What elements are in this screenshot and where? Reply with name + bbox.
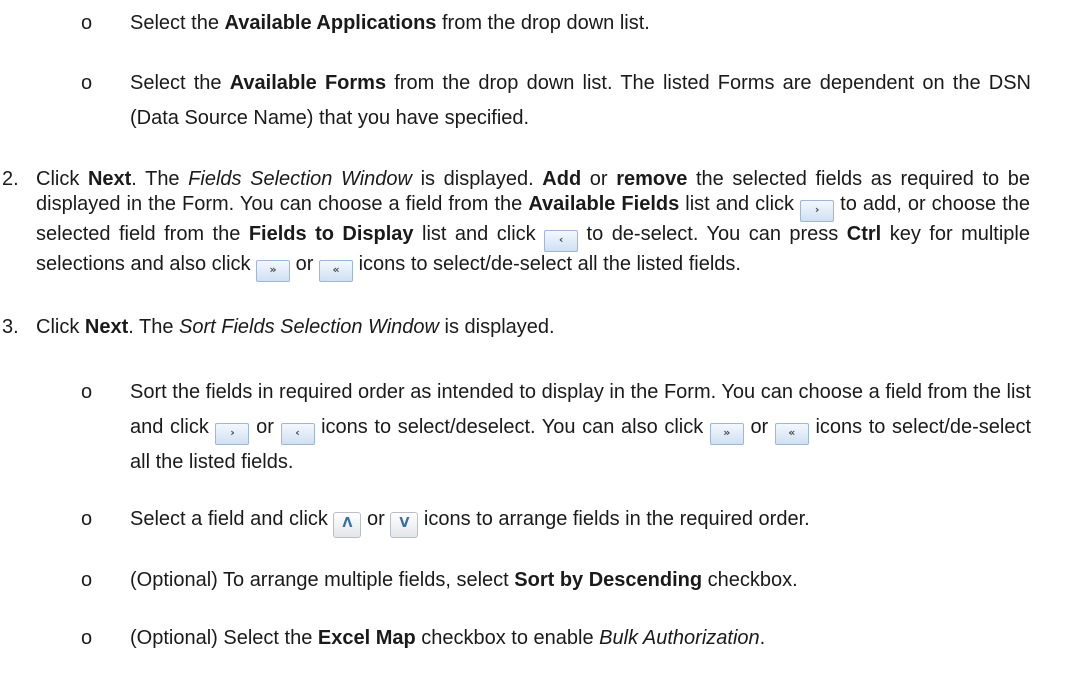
- list-item-text: (Optional) Select the Excel Map checkbox…: [130, 627, 766, 649]
- list-item-sort-fields: o Sort the fields in required order as i…: [81, 375, 1032, 480]
- bullet-marker: o: [81, 508, 93, 530]
- list-item-arrange-fields: o Select a field and click Λ or V icons …: [81, 502, 1031, 538]
- list-item-excel-map: o (Optional) Select the Excel Map checkb…: [81, 621, 1031, 656]
- move-right-icon: ›: [215, 423, 250, 445]
- move-down-icon: V: [390, 512, 419, 538]
- list-item-available-forms: o Select the Available Forms from the dr…: [81, 66, 1031, 136]
- list-item-text: Sort the fields in required order as int…: [130, 381, 1032, 473]
- move-left-icon: ‹: [544, 230, 579, 252]
- bullet-marker: o: [81, 72, 93, 94]
- step-2: 2. Click Next. The Fields Selection Wind…: [2, 167, 1030, 282]
- step-text: Click Next. The Sort Fields Selection Wi…: [36, 316, 555, 338]
- bullet-marker: o: [81, 569, 93, 591]
- bullet-marker: o: [81, 12, 93, 34]
- list-item-available-applications: o Select the Available Applications from…: [81, 6, 1031, 41]
- list-item-text: Select the Available Forms from the drop…: [130, 72, 1031, 129]
- move-all-right-icon: »: [709, 423, 744, 445]
- list-item-text: Select a field and click Λ or V icons to…: [130, 502, 1031, 538]
- move-all-left-icon: «: [774, 423, 809, 445]
- list-item-text: Select the Available Applications from t…: [130, 12, 650, 34]
- move-left-icon: ‹: [280, 423, 315, 445]
- step-number: 3.: [2, 316, 19, 338]
- move-all-right-icon: »: [256, 260, 291, 282]
- step-number: 2.: [2, 168, 19, 190]
- list-item-sort-descending: o (Optional) To arrange multiple fields,…: [81, 563, 1031, 598]
- step-3: 3. Click Next. The Sort Fields Selection…: [2, 315, 1030, 340]
- move-all-left-icon: «: [319, 260, 354, 282]
- move-right-icon: ›: [800, 200, 835, 222]
- step-text: Click Next. The Fields Selection Window …: [36, 167, 1030, 282]
- list-item-text: (Optional) To arrange multiple fields, s…: [130, 569, 798, 591]
- move-up-icon: Λ: [333, 512, 362, 538]
- bullet-marker: o: [81, 627, 93, 649]
- bullet-marker: o: [81, 381, 93, 403]
